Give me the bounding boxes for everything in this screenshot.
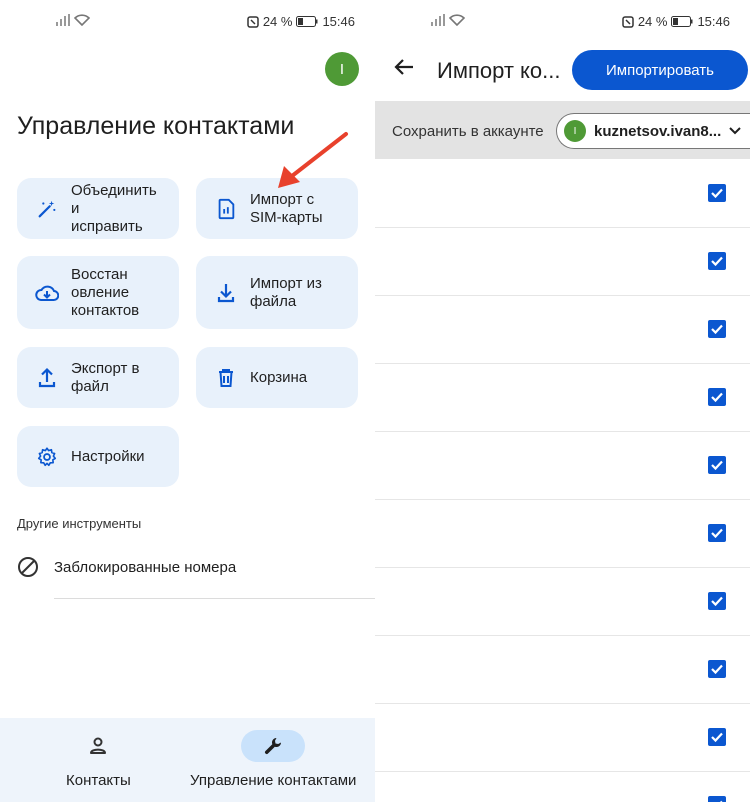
account-avatar: I <box>564 120 586 142</box>
check-icon <box>711 256 723 267</box>
contact-row[interactable] <box>375 160 750 228</box>
signal-wifi-icons <box>56 14 90 26</box>
settings-icon <box>35 445 59 469</box>
tile-label: Корзина <box>250 368 308 386</box>
contact-checkbox[interactable] <box>708 456 726 474</box>
magic-wand-icon <box>35 197 59 221</box>
check-icon <box>720 800 723 802</box>
check-icon <box>711 188 723 199</box>
cloud-download-icon <box>35 281 59 305</box>
tile-label: Импорт с SIM-карты <box>250 190 323 226</box>
contact-checkbox[interactable] <box>708 524 726 542</box>
contact-row[interactable] <box>375 636 750 704</box>
chevron-down-icon <box>729 127 741 135</box>
nav-pill <box>241 730 306 762</box>
tile-label: Экспорт в файл <box>71 359 140 395</box>
blocked-numbers-item[interactable]: Заблокированные номера <box>17 556 236 578</box>
block-icon <box>18 557 38 577</box>
sim-card-icon <box>214 197 238 221</box>
screen-title: Импорт ко... <box>437 58 561 83</box>
manage-contacts-screen: 24 % 15:46 I Управление контактами Объед… <box>0 0 375 802</box>
tile-settings[interactable]: Настройки <box>17 426 179 487</box>
import-button[interactable]: Импортировать <box>572 50 748 90</box>
nfc-icon <box>622 15 634 28</box>
save-to-account-bar: Сохранить в аккаунте I kuznetsov.ivan8..… <box>375 101 750 159</box>
contact-checkbox[interactable] <box>708 660 726 678</box>
page-title: Управление контактами <box>17 112 295 140</box>
account-avatar[interactable]: I <box>325 52 359 86</box>
status-right: 24 % 15:46 <box>247 14 355 29</box>
nav-pill <box>66 730 130 762</box>
import-contacts-screen: 24 % 15:46 Импорт ко... Импортировать Со… <box>375 0 750 802</box>
check-icon <box>711 596 723 607</box>
contact-list <box>375 160 750 802</box>
tile-label: Настройки <box>71 447 145 465</box>
nfc-icon <box>247 15 259 28</box>
clock: 15:46 <box>322 14 355 29</box>
contact-checkbox[interactable] <box>708 320 726 338</box>
nav-manage-contacts[interactable]: Управление контактами <box>190 730 356 789</box>
tile-merge-fix[interactable]: Объединить и исправить <box>17 178 179 239</box>
blocked-numbers-label: Заблокированные номера <box>54 558 237 576</box>
back-arrow-icon[interactable] <box>393 56 415 78</box>
bottom-navigation: Контакты Управление контактами <box>0 718 375 802</box>
contact-row[interactable] <box>375 432 750 500</box>
status-right: 24 % 15:46 <box>622 14 730 29</box>
download-icon <box>214 281 238 305</box>
clock: 15:46 <box>697 14 730 29</box>
contact-row[interactable] <box>375 500 750 568</box>
save-to-account-label: Сохранить в аккаунте <box>392 123 544 140</box>
contact-row[interactable] <box>375 228 750 296</box>
contact-row[interactable] <box>375 704 750 772</box>
check-icon <box>711 732 723 743</box>
check-icon <box>711 664 723 675</box>
tile-trash[interactable]: Корзина <box>196 347 358 408</box>
check-icon <box>711 460 723 471</box>
contact-row[interactable] <box>375 364 750 432</box>
signal-wifi-icons <box>431 14 465 26</box>
check-icon <box>711 324 723 335</box>
signal-icon <box>431 14 445 26</box>
account-email: kuznetsov.ivan8... <box>594 122 722 140</box>
contact-row[interactable] <box>375 568 750 636</box>
wrench-icon <box>265 737 282 755</box>
wifi-icon <box>449 14 465 26</box>
nav-contacts[interactable]: Контакты <box>66 730 131 789</box>
contact-checkbox[interactable] <box>708 184 726 202</box>
contact-checkbox[interactable] <box>708 592 726 610</box>
account-selector[interactable]: I kuznetsov.ivan8... <box>556 113 750 149</box>
signal-icon <box>56 14 70 26</box>
battery-percent: 24 % <box>637 14 668 29</box>
contact-row[interactable] <box>375 772 750 802</box>
red-arrow-annotation <box>278 132 348 188</box>
trash-icon <box>214 366 238 390</box>
wifi-icon <box>74 14 90 26</box>
contact-checkbox[interactable] <box>708 252 726 270</box>
app-bar: Импорт ко... Импортировать <box>375 44 750 100</box>
person-icon <box>90 737 107 754</box>
check-icon <box>711 528 723 539</box>
divider <box>54 598 375 599</box>
tile-label: Объединить и исправить <box>71 181 157 235</box>
tile-import-file[interactable]: Импорт из файла <box>196 256 358 329</box>
status-bar: 24 % 15:46 <box>0 0 375 44</box>
tile-export-file[interactable]: Экспорт в файл <box>17 347 179 408</box>
check-icon <box>711 392 723 403</box>
battery-icon <box>296 16 318 27</box>
contact-checkbox[interactable] <box>708 388 726 406</box>
battery-icon <box>671 16 693 27</box>
nav-label: Контакты <box>66 772 131 789</box>
contact-checkbox[interactable] <box>708 728 726 746</box>
nav-label: Управление контактами <box>190 772 357 789</box>
tile-label: Восстан овление контактов <box>71 265 140 319</box>
battery-percent: 24 % <box>262 14 293 29</box>
upload-icon <box>35 366 59 390</box>
contact-row[interactable] <box>375 296 750 364</box>
tile-restore-contacts[interactable]: Восстан овление контактов <box>17 256 179 329</box>
contact-checkbox[interactable] <box>708 796 726 802</box>
other-tools-heading: Другие инструменты <box>17 516 142 531</box>
status-bar: 24 % 15:46 <box>375 0 750 44</box>
tile-label: Импорт из файла <box>250 274 322 310</box>
